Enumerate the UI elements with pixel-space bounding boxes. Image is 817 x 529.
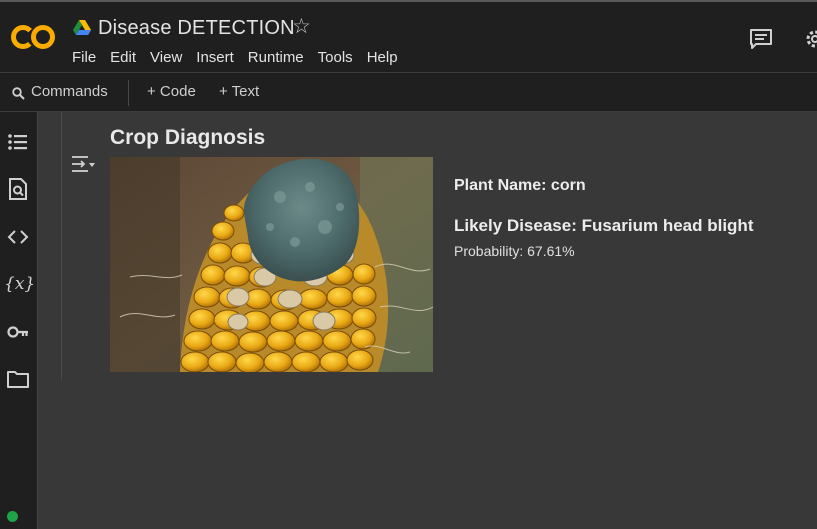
cell-gutter	[61, 112, 62, 380]
gear-icon[interactable]	[804, 28, 817, 50]
menu-tools[interactable]: Tools	[318, 49, 353, 66]
search-icon	[12, 87, 25, 100]
runtime-connected-indicator	[7, 511, 18, 522]
menu-insert[interactable]: Insert	[196, 49, 234, 66]
colab-logo[interactable]	[10, 22, 56, 52]
menu-view[interactable]: View	[150, 49, 182, 66]
star-icon[interactable]: ☆	[292, 16, 311, 38]
commands-button[interactable]: Commands	[31, 83, 108, 100]
add-code-cell-button[interactable]: + Code	[147, 83, 196, 100]
find-replace-icon[interactable]	[6, 177, 30, 201]
variables-icon[interactable]: {x}	[4, 272, 35, 296]
top-bar: Disease DETECTION ☆ File Edit View Inser…	[0, 0, 817, 72]
notebook-toolbar: Commands + Code + Text	[0, 72, 817, 112]
output-cell: Crop Diagnosis Plant Name: corn Likely D…	[39, 112, 817, 529]
google-drive-icon[interactable]	[73, 20, 91, 36]
likely-disease-result: Likely Disease: Fusarium head blight	[454, 216, 754, 235]
add-text-cell-button[interactable]: + Text	[219, 83, 259, 100]
corn-ear-photo	[110, 157, 433, 372]
table-of-contents-icon[interactable]	[6, 130, 30, 154]
notebook-title[interactable]: Disease DETECTION	[98, 17, 295, 40]
code-snippets-icon[interactable]	[6, 225, 30, 249]
probability-result: Probability: 67.61%	[454, 243, 575, 259]
output-actions-icon[interactable]	[70, 153, 96, 175]
menu-edit[interactable]: Edit	[110, 49, 136, 66]
toolbar-divider	[128, 80, 129, 106]
menu-file[interactable]: File	[72, 49, 96, 66]
files-folder-icon[interactable]	[6, 367, 30, 391]
left-sidebar: {x}	[0, 112, 38, 529]
secrets-key-icon[interactable]	[6, 320, 30, 344]
menu-help[interactable]: Help	[367, 49, 398, 66]
output-title: Crop Diagnosis	[110, 126, 266, 149]
comment-icon[interactable]	[749, 28, 773, 50]
plant-name-result: Plant Name: corn	[454, 177, 586, 194]
menu-runtime[interactable]: Runtime	[248, 49, 304, 66]
menu-bar: File Edit View Insert Runtime Tools Help	[72, 49, 412, 66]
